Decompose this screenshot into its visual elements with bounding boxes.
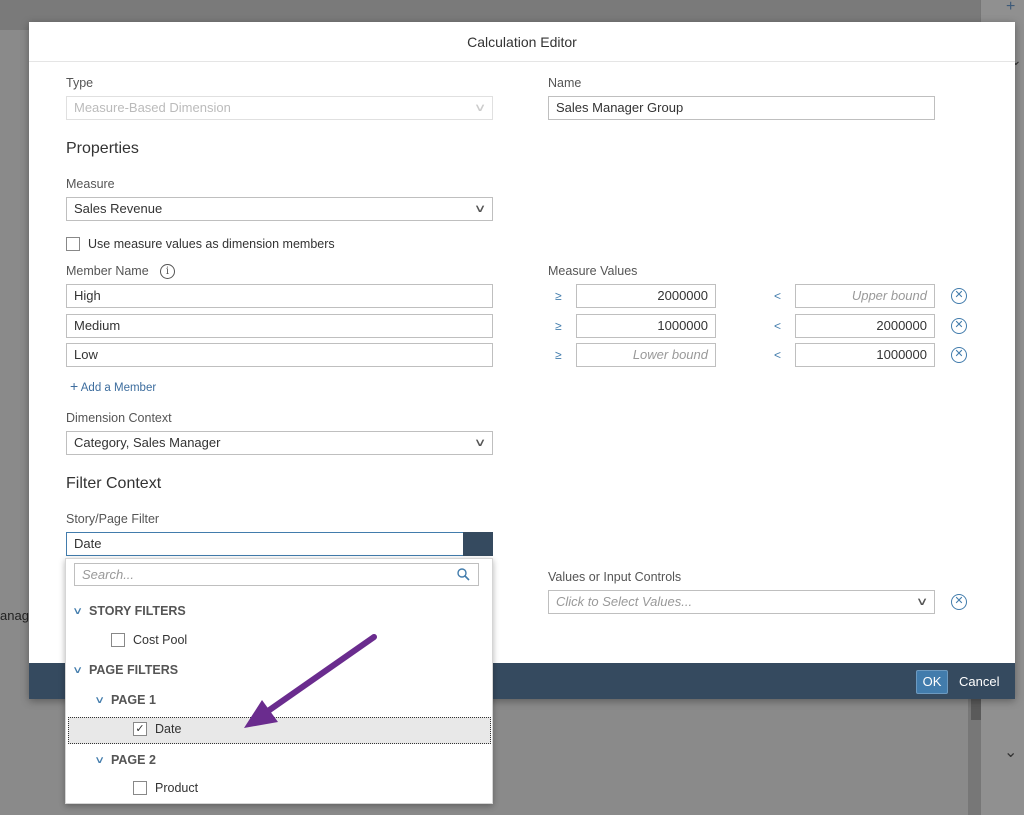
annotation-arrow <box>244 634 377 728</box>
